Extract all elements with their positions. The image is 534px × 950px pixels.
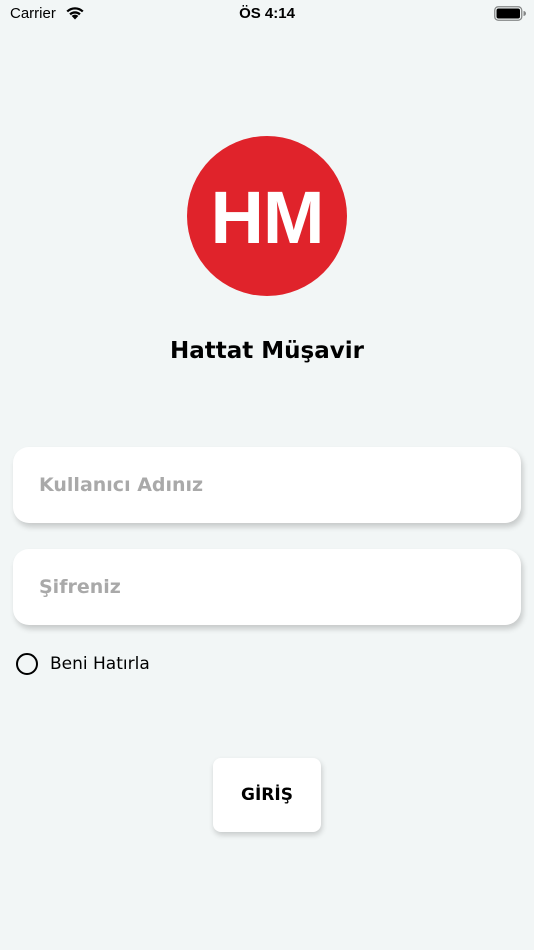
- status-time: ÖS 4:14: [239, 5, 295, 22]
- username-input[interactable]: [39, 474, 495, 496]
- app-title: Hattat Müşavir: [170, 338, 364, 364]
- logo-text: HM: [210, 176, 324, 259]
- password-input[interactable]: [39, 576, 495, 598]
- remember-me-toggle[interactable]: Beni Hatırla: [16, 653, 150, 675]
- password-field[interactable]: [13, 549, 521, 625]
- remember-me-radio[interactable]: [16, 653, 38, 675]
- login-button[interactable]: GİRİŞ: [213, 758, 321, 832]
- status-bar: Carrier ÖS 4:14: [0, 0, 534, 30]
- app-logo: HM: [187, 136, 347, 296]
- username-field[interactable]: [13, 447, 521, 523]
- battery-icon: [494, 6, 526, 21]
- remember-me-label: Beni Hatırla: [50, 654, 150, 674]
